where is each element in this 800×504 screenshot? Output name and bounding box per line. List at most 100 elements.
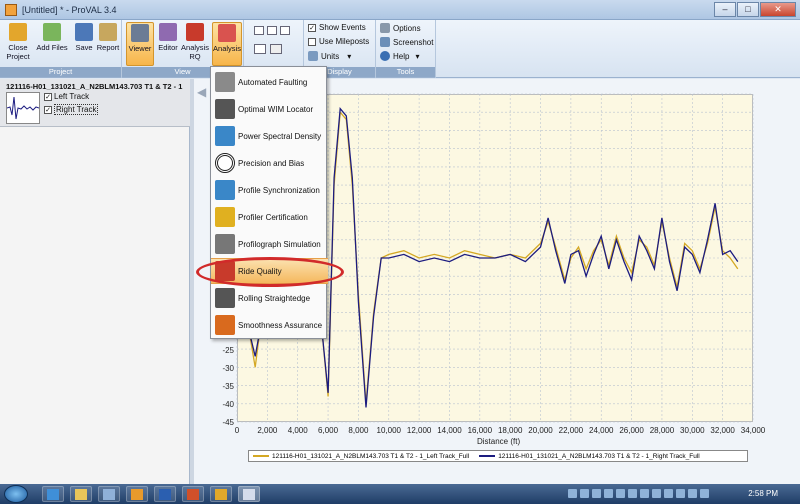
taskbar-word-button[interactable] — [154, 486, 176, 502]
add-file-icon — [43, 23, 61, 41]
menu-item-profiler-certification[interactable]: Profiler Certification — [211, 204, 328, 230]
tools-group: Options Screenshot Help ▾ Tools — [376, 20, 436, 78]
track-name: 121116-H01_131021_A_N2BLM143.703 T1 & T2… — [6, 82, 183, 91]
options-button[interactable]: Options — [380, 23, 421, 33]
y-tick-label: -40 — [222, 400, 234, 409]
y-tick-label: -30 — [222, 364, 234, 373]
x-tick-label: 16,000 — [467, 426, 493, 435]
track-header[interactable]: 121116-H01_131021_A_N2BLM143.703 T1 & T2… — [0, 79, 190, 127]
x-tick-label: 20,000 — [528, 426, 553, 435]
x-tick-label: 12,000 — [406, 426, 432, 435]
x-tick-label: 24,000 — [589, 426, 614, 435]
close-project-button[interactable]: Close Project — [4, 22, 32, 66]
x-tick-label: 30,000 — [680, 426, 705, 435]
sync-icon — [215, 180, 235, 200]
puzzle-icon — [215, 315, 235, 335]
tray-icon[interactable] — [700, 489, 709, 498]
x-tick-label: 4,000 — [287, 426, 308, 435]
menu-item-profilograph-simulation[interactable]: Profilograph Simulation — [211, 231, 328, 257]
screenshot-button[interactable]: Screenshot — [380, 37, 433, 47]
taskbar-ie-button[interactable] — [42, 486, 64, 502]
app-icon — [103, 489, 115, 500]
align-right-icon[interactable] — [280, 26, 290, 35]
taskbar-proval-button[interactable] — [238, 486, 260, 502]
menu-item-rolling-straightedge[interactable]: Rolling Straightedge — [211, 285, 328, 311]
back-arrow-icon[interactable]: ◀ — [197, 85, 206, 99]
menu-item-precision-and-bias[interactable]: Precision and Bias — [211, 150, 328, 176]
x-tick-label: 0 — [234, 426, 240, 435]
browser-icon — [47, 489, 59, 500]
gear-icon — [380, 23, 390, 33]
x-tick-label: 34,000 — [740, 426, 766, 435]
show-events-checkbox[interactable]: ✓ Show Events — [308, 23, 366, 32]
x-tick-label: 10,000 — [376, 426, 401, 435]
tray-icon[interactable] — [688, 489, 697, 498]
align-left-icon[interactable] — [254, 26, 264, 35]
tray-icon[interactable] — [640, 489, 649, 498]
help-icon — [380, 51, 390, 61]
maximize-button[interactable]: □ — [737, 2, 759, 17]
align-center-icon[interactable] — [267, 26, 277, 35]
menu-item-profile-synchronization[interactable]: Profile Synchronization — [211, 177, 328, 203]
powerpoint-icon — [187, 489, 199, 500]
viewer-button[interactable]: Viewer — [126, 22, 154, 66]
folder-icon — [75, 489, 87, 500]
tray-icon[interactable] — [652, 489, 661, 498]
units-dropdown[interactable]: Units ▾ — [308, 51, 351, 61]
tray-icon[interactable] — [580, 489, 589, 498]
ribbon-award-icon — [215, 207, 235, 227]
taskbar-outlook-button[interactable] — [210, 486, 232, 502]
tray-icon[interactable] — [616, 489, 625, 498]
minimize-button[interactable]: – — [714, 2, 736, 17]
taskbar-explorer-button[interactable] — [70, 486, 92, 502]
system-tray — [568, 489, 738, 500]
tray-icon[interactable] — [604, 489, 613, 498]
menu-item-power-spectral-density[interactable]: Power Spectral Density — [211, 123, 328, 149]
legend-entry-right: 121116-H01_131021_A_N2BLM143.703 T1 & T2… — [479, 453, 700, 460]
faulting-icon — [215, 72, 235, 92]
window-controls: – □ ✕ — [713, 2, 796, 17]
taskbar-media-button[interactable] — [126, 486, 148, 502]
outlook-icon — [215, 489, 227, 500]
media-icon — [131, 489, 143, 500]
left-track-checkbox[interactable]: ✓ Left Track — [44, 92, 89, 101]
close-window-button[interactable]: ✕ — [760, 2, 796, 17]
legend-swatch — [479, 455, 496, 457]
layout-alt-icon[interactable] — [270, 44, 282, 54]
menu-item-smoothness-assurance[interactable]: Smoothness Assurance — [211, 312, 328, 338]
analysis-button[interactable]: Analysis — [212, 22, 242, 66]
layout-icon[interactable] — [254, 44, 266, 54]
track-thumbnail — [6, 92, 40, 124]
start-button[interactable] — [4, 485, 28, 503]
use-mileposts-checkbox[interactable]: Use Mileposts — [308, 37, 369, 46]
analysis-rq-button[interactable]: Analysis RQ — [180, 22, 210, 66]
project-group-label: Project — [0, 67, 121, 77]
help-button[interactable]: Help ▾ — [380, 51, 419, 61]
title-bar: [Untitled] * - ProVAL 3.4 – □ ✕ — [0, 0, 800, 20]
tray-icon[interactable] — [628, 489, 637, 498]
taskbar: 2:58 PM — [0, 484, 800, 504]
taskbar-app-button[interactable] — [98, 486, 120, 502]
clock: 2:58 PM — [748, 489, 778, 498]
profilograph-icon — [215, 234, 235, 254]
x-tick-label: 18,000 — [497, 426, 523, 435]
tray-icon[interactable] — [592, 489, 601, 498]
tray-icon[interactable] — [664, 489, 673, 498]
editor-button[interactable]: Editor — [154, 22, 182, 66]
menu-item-optimal-wim-locator[interactable]: Optimal WIM Locator — [211, 96, 328, 122]
report-icon — [99, 23, 117, 41]
track-panel: 121116-H01_131021_A_N2BLM143.703 T1 & T2… — [0, 79, 190, 484]
straightedge-icon — [215, 288, 235, 308]
report-button[interactable]: Report — [94, 22, 122, 66]
tray-icon[interactable] — [676, 489, 685, 498]
x-tick-label: 32,000 — [710, 426, 735, 435]
camera-icon — [380, 37, 390, 47]
add-files-button[interactable]: Add Files — [36, 22, 68, 66]
menu-item-automated-faulting[interactable]: Automated Faulting — [211, 69, 328, 95]
taskbar-powerpoint-button[interactable] — [182, 486, 204, 502]
analysis-bars-icon — [218, 24, 236, 42]
target-icon — [215, 153, 235, 173]
legend-swatch — [253, 455, 269, 457]
right-track-checkbox[interactable]: ✓ Right Track — [44, 104, 99, 115]
tray-icon[interactable] — [568, 489, 577, 498]
